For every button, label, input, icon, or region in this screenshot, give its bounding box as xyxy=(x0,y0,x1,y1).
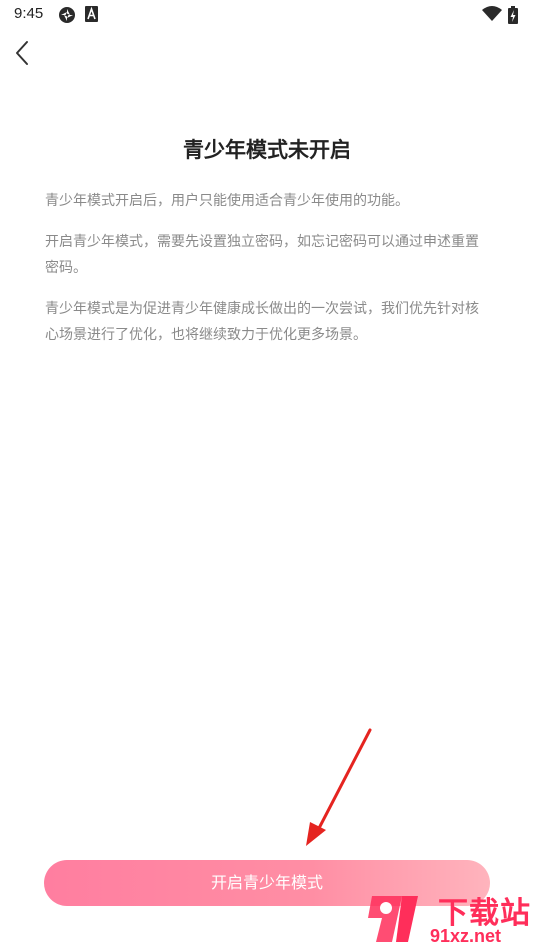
watermark: 下载站 91xz.net xyxy=(362,886,534,950)
watermark-url: 91xz.net xyxy=(430,926,502,946)
watermark-logo xyxy=(368,896,418,942)
annotation-arrow xyxy=(306,728,372,846)
